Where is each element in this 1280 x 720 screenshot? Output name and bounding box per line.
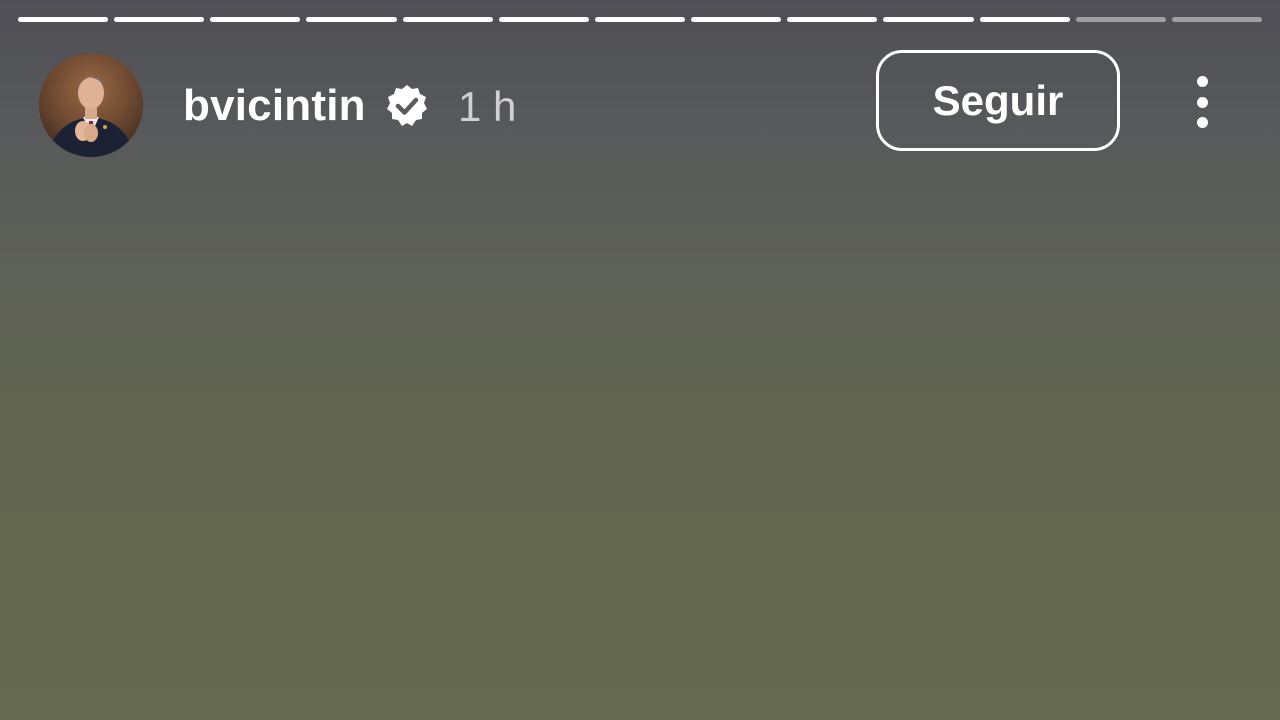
story-timestamp: 1 h: [458, 83, 517, 130]
story-header: bvicintin 1 h Seguir: [0, 0, 1280, 170]
avatar[interactable]: [39, 53, 143, 157]
follow-button[interactable]: Seguir: [876, 50, 1120, 151]
more-dot: [1196, 76, 1208, 87]
avatar-image: [39, 53, 143, 157]
username[interactable]: bvicintin: [183, 78, 366, 134]
more-vertical-icon[interactable]: [1180, 70, 1224, 134]
more-dot: [1196, 117, 1208, 128]
story-viewer[interactable]: bvicintin 1 h Seguir: [0, 0, 1280, 720]
more-dot: [1196, 96, 1208, 108]
verified-badge-icon: [384, 83, 430, 129]
